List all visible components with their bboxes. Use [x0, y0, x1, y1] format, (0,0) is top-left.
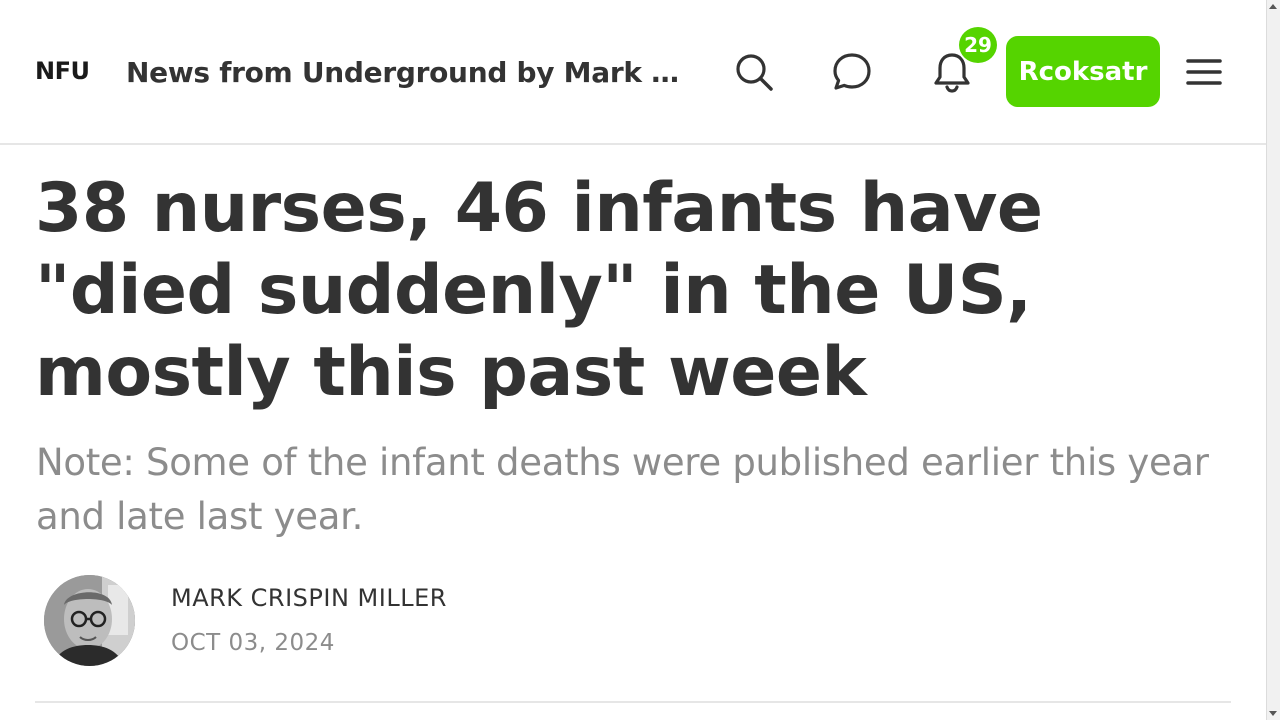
publish-date: OCT 03, 2024 — [171, 630, 335, 656]
author-name[interactable]: MARK CRISPIN MILLER — [171, 584, 447, 612]
top-navigation-bar: NFU News from Underground by Mark Cr... … — [0, 0, 1266, 145]
article-headline: 38 nurses, 46 infants have "died suddenl… — [35, 169, 1043, 412]
article-byline: MARK CRISPIN MILLER OCT 03, 2024 — [44, 575, 944, 667]
search-icon — [736, 54, 773, 91]
scroll-down-arrow-icon[interactable] — [1269, 711, 1277, 716]
menu-button[interactable] — [1182, 50, 1226, 94]
author-avatar[interactable] — [44, 575, 135, 666]
page: NFU News from Underground by Mark Cr... … — [0, 0, 1280, 720]
scroll-thumb[interactable] — [1270, 16, 1278, 56]
chat-icon — [833, 53, 871, 90]
article-subtitle: Note: Some of the infant deaths were pub… — [36, 441, 1209, 538]
publication-title[interactable]: News from Underground by Mark Cr... — [126, 56, 686, 89]
user-account-button[interactable]: Rcoksatr — [1006, 36, 1160, 107]
byline-divider — [35, 701, 1231, 703]
author-photo — [44, 575, 135, 666]
menu-icon — [1186, 59, 1222, 85]
search-button[interactable] — [732, 50, 776, 94]
notification-count-badge: 29 — [957, 25, 999, 65]
vertical-scrollbar[interactable] — [1266, 0, 1280, 720]
scroll-up-arrow-icon[interactable] — [1269, 4, 1277, 9]
brand-logo[interactable]: NFU — [35, 57, 90, 85]
chat-button[interactable] — [830, 50, 874, 94]
